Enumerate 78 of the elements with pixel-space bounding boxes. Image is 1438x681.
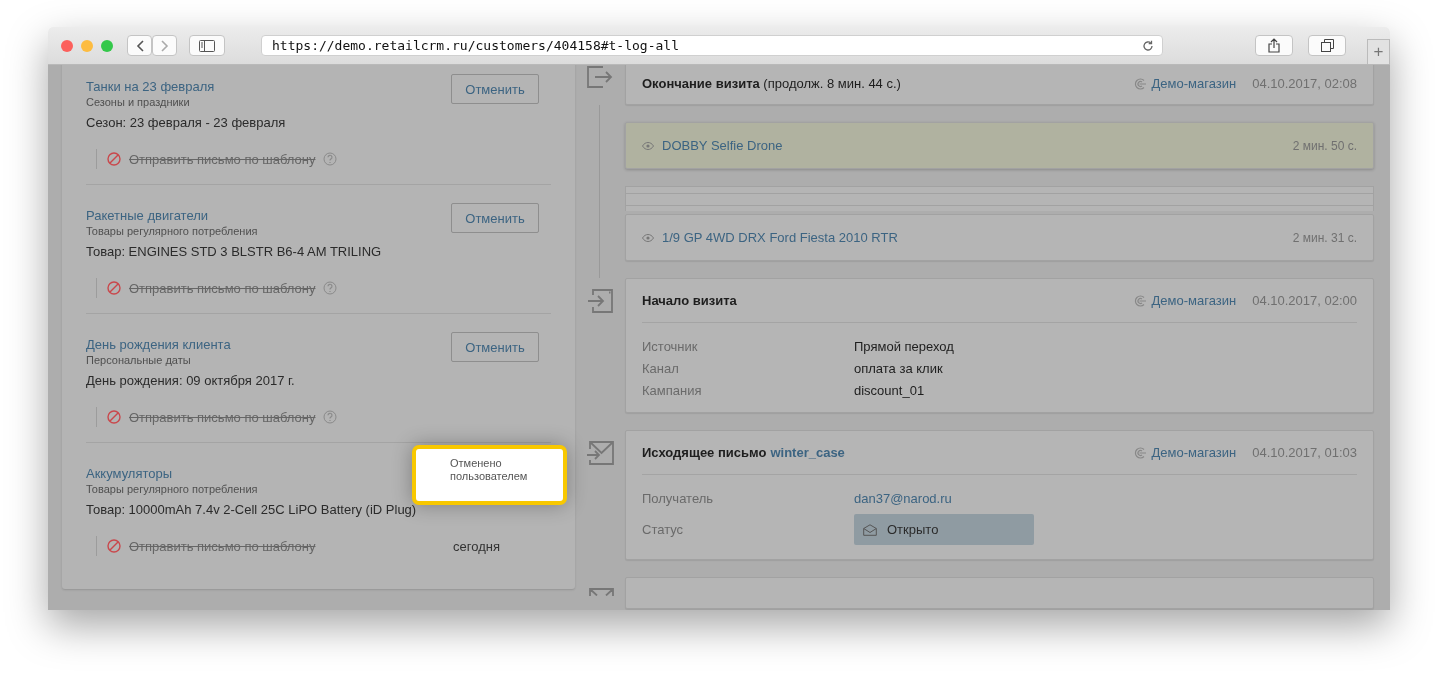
prohibited-icon bbox=[107, 281, 121, 295]
help-icon[interactable] bbox=[323, 281, 338, 295]
cancel-button[interactable]: Отменить bbox=[451, 203, 539, 233]
outgoing-mail-icon bbox=[586, 441, 614, 465]
action-text: Отправить письмо по шаблону bbox=[129, 151, 316, 167]
action-text: Отправить письмо по шаблону bbox=[129, 409, 316, 425]
help-icon[interactable] bbox=[323, 410, 338, 424]
field-label: Кампания bbox=[642, 383, 703, 398]
exit-icon bbox=[587, 66, 613, 88]
field-label: Канал bbox=[642, 361, 680, 376]
field-label: Источник bbox=[642, 339, 699, 354]
event-title: Начало визита bbox=[642, 293, 738, 308]
shop-logo-icon bbox=[1133, 294, 1146, 307]
status-badge: Открыто bbox=[854, 514, 1034, 545]
trigger-title-link[interactable]: День рождения клиента bbox=[86, 337, 231, 352]
field-value: Прямой переход bbox=[854, 339, 955, 354]
zoom-button[interactable] bbox=[101, 39, 113, 52]
share-button[interactable] bbox=[1255, 35, 1293, 56]
trigger-title-link[interactable]: Ракетные двигатели bbox=[86, 208, 258, 223]
status-tooltip: Отменено пользователем bbox=[412, 445, 567, 505]
cancel-button[interactable]: Отменить bbox=[451, 332, 539, 362]
event-title: Исходящее письмо winter_case bbox=[642, 445, 846, 460]
mail-icon bbox=[586, 588, 614, 596]
share-icon bbox=[1268, 38, 1280, 53]
event-time: 04.10.2017, 02:00 bbox=[1252, 293, 1357, 308]
help-icon[interactable] bbox=[323, 152, 338, 166]
field-label: Получатель bbox=[642, 491, 715, 506]
back-button[interactable] bbox=[127, 35, 152, 56]
action-text: Отправить письмо по шаблону bbox=[129, 280, 316, 296]
eye-icon bbox=[642, 141, 654, 150]
date-text: сегодня bbox=[453, 538, 501, 554]
field-value: оплата за клик bbox=[854, 361, 944, 376]
sidebar-icon bbox=[199, 39, 215, 52]
view-duration: 2 мин. 31 с. bbox=[1292, 230, 1357, 245]
tabs-button[interactable] bbox=[1308, 35, 1346, 56]
url-text: https://demo.retailcrm.ru/customers/404158#t-log-all bbox=[272, 38, 680, 53]
sidebar-button[interactable] bbox=[189, 35, 225, 56]
new-tab-button[interactable]: + bbox=[1367, 39, 1390, 64]
shop-link[interactable]: Демо-магазин bbox=[1151, 445, 1237, 460]
enter-icon bbox=[587, 289, 613, 313]
forward-icon bbox=[160, 39, 169, 52]
cancel-button[interactable]: Отменить bbox=[451, 74, 539, 104]
shop-link[interactable]: Демо-магазин bbox=[1151, 293, 1237, 308]
address-bar[interactable]: https://demo.retailcrm.ru/customers/404158#t-log-all bbox=[261, 35, 1163, 56]
envelope-icon bbox=[863, 523, 877, 536]
event-time: 04.10.2017, 01:03 bbox=[1252, 445, 1357, 460]
forward-button[interactable] bbox=[152, 35, 177, 56]
shop-logo-icon bbox=[1133, 446, 1146, 459]
trigger-category: Товары регулярного потребления bbox=[86, 483, 258, 495]
event-title: Окончание визита (продолж. 8 мин. 44 с.) bbox=[642, 76, 902, 91]
trigger-title-link[interactable]: Аккумуляторы bbox=[86, 466, 258, 481]
trigger-title-link[interactable]: Танки на 23 февраля bbox=[86, 79, 215, 94]
trigger-category: Товары регулярного потребления bbox=[86, 225, 258, 237]
trigger-detail: Товар: ENGINES STD 3 BLSTR B6-4 AM TRILING bbox=[86, 244, 383, 259]
tabs-icon bbox=[1320, 39, 1334, 52]
reload-icon[interactable] bbox=[1142, 39, 1154, 52]
view-duration: 2 мин. 50 с. bbox=[1292, 138, 1357, 153]
product-link[interactable]: DOBBY Selfie Drone bbox=[662, 138, 1285, 153]
prohibited-icon bbox=[107, 410, 121, 424]
event-time: 04.10.2017, 02:08 bbox=[1252, 76, 1357, 91]
close-button[interactable] bbox=[61, 39, 73, 52]
prohibited-icon bbox=[107, 152, 121, 166]
minimize-button[interactable] bbox=[81, 39, 93, 52]
field-label: Статус bbox=[642, 522, 685, 537]
trigger-category: Сезоны и праздники bbox=[86, 96, 191, 108]
trigger-detail: День рождения: 09 октября 2017 г. bbox=[86, 373, 296, 388]
trigger-detail: Сезон: 23 февраля - 23 февраля bbox=[86, 115, 287, 130]
eye-icon bbox=[642, 233, 654, 242]
shop-link[interactable]: Демо-магазин bbox=[1151, 76, 1237, 91]
trigger-category: Персональные даты bbox=[86, 354, 192, 366]
field-value: discount_01 bbox=[854, 383, 926, 398]
prohibited-icon bbox=[107, 539, 121, 553]
shop-logo-icon bbox=[1133, 77, 1146, 90]
action-text: Отправить письмо по шаблону bbox=[129, 538, 316, 554]
recipient-email-link[interactable]: dan37@narod.ru bbox=[854, 491, 1357, 506]
trigger-detail: Товар: 10000mAh 7.4v 2-Cell 25C LiPO Battery (iD Plug) bbox=[86, 502, 418, 517]
product-link[interactable]: 1/9 GP 4WD DRX Ford Fiesta 2010 RTR bbox=[662, 230, 1285, 245]
back-icon bbox=[135, 39, 144, 52]
